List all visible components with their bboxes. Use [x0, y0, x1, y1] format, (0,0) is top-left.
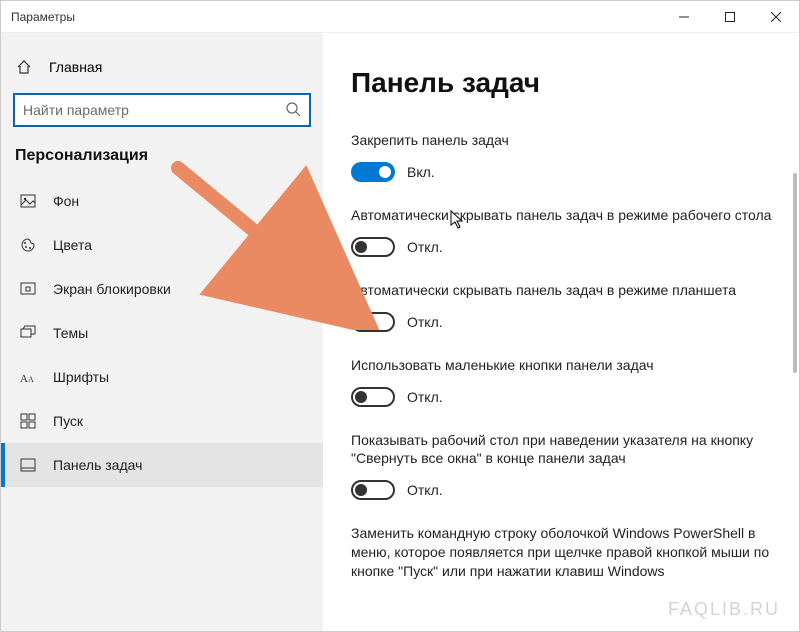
start-icon	[19, 413, 37, 429]
setting-label: Заменить командную строку оболочкой Wind…	[351, 524, 781, 581]
setting-autohide-tablet: Автоматически скрывать панель задач в ре…	[351, 281, 781, 332]
picture-icon	[19, 193, 37, 209]
toggle-state-text: Вкл.	[407, 164, 435, 180]
sidebar-item-label: Шрифты	[53, 369, 109, 385]
toggle-state-text: Откл.	[407, 482, 443, 498]
setting-label: Показывать рабочий стол при наведении ук…	[351, 431, 781, 469]
taskbar-icon	[19, 457, 37, 473]
svg-text:A: A	[28, 375, 34, 384]
home-label: Главная	[49, 59, 102, 75]
palette-icon	[19, 237, 37, 253]
sidebar-item-start[interactable]: Пуск	[1, 399, 323, 443]
toggle-autohide-desktop[interactable]	[351, 237, 395, 257]
sidebar-item-themes[interactable]: Темы	[1, 311, 323, 355]
setting-label: Автоматически скрывать панель задач в ре…	[351, 281, 781, 300]
window-title: Параметры	[11, 10, 661, 24]
close-button[interactable]	[753, 2, 799, 32]
sidebar: Главная Найти параметр Персонализация Фо…	[1, 33, 323, 631]
search-icon	[285, 101, 301, 120]
setting-autohide-desktop: Автоматически скрывать панель задач в ре…	[351, 206, 781, 257]
sidebar-item-taskbar[interactable]: Панель задач	[1, 443, 323, 487]
sidebar-item-label: Панель задач	[53, 457, 142, 473]
sidebar-item-fonts[interactable]: AA Шрифты	[1, 355, 323, 399]
toggle-state-text: Откл.	[407, 239, 443, 255]
sidebar-item-background[interactable]: Фон	[1, 179, 323, 223]
setting-label: Использовать маленькие кнопки панели зад…	[351, 356, 781, 375]
search-input[interactable]: Найти параметр	[13, 93, 311, 127]
sidebar-item-label: Фон	[53, 193, 79, 209]
minimize-button[interactable]	[661, 2, 707, 32]
toggle-peek-desktop[interactable]	[351, 480, 395, 500]
titlebar: Параметры	[1, 1, 799, 33]
fonts-icon: AA	[19, 370, 37, 384]
content-pane: Панель задач Закрепить панель задач Вкл.…	[323, 33, 799, 631]
search-placeholder: Найти параметр	[23, 102, 129, 118]
themes-icon	[19, 325, 37, 341]
page-title: Панель задач	[351, 67, 781, 99]
maximize-button[interactable]	[707, 2, 753, 32]
content-scrollbar[interactable]	[793, 173, 797, 373]
sidebar-item-label: Цвета	[53, 237, 92, 253]
toggle-state-text: Откл.	[407, 389, 443, 405]
setting-lock-taskbar: Закрепить панель задач Вкл.	[351, 131, 781, 182]
sidebar-item-colors[interactable]: Цвета	[1, 223, 323, 267]
svg-text:A: A	[20, 373, 28, 384]
sidebar-item-label: Темы	[53, 325, 88, 341]
sidebar-section-title: Персонализация	[1, 141, 323, 179]
setting-label: Закрепить панель задач	[351, 131, 781, 150]
toggle-state-text: Откл.	[407, 314, 443, 330]
setting-powershell-partial: Заменить командную строку оболочкой Wind…	[351, 524, 781, 581]
lockscreen-icon	[19, 281, 37, 297]
setting-small-buttons: Использовать маленькие кнопки панели зад…	[351, 356, 781, 407]
toggle-lock-taskbar[interactable]	[351, 162, 395, 182]
sidebar-item-label: Пуск	[53, 413, 83, 429]
watermark: FAQLIB.RU	[668, 599, 780, 620]
setting-peek-desktop: Показывать рабочий стол при наведении ук…	[351, 431, 781, 501]
sidebar-item-lockscreen[interactable]: Экран блокировки	[1, 267, 323, 311]
toggle-small-buttons[interactable]	[351, 387, 395, 407]
home-nav[interactable]: Главная	[1, 51, 323, 83]
setting-label: Автоматически скрывать панель задач в ре…	[351, 206, 781, 225]
sidebar-item-label: Экран блокировки	[53, 281, 171, 297]
toggle-autohide-tablet[interactable]	[351, 312, 395, 332]
home-icon	[15, 59, 33, 75]
